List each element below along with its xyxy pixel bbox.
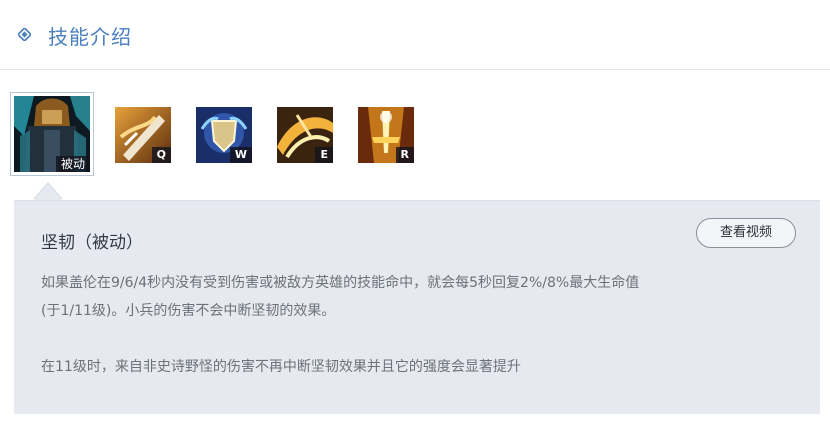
skill-passive[interactable]: 被动: [10, 92, 94, 176]
desc-line: 如果盖伦在9/6/4秒内没有受到伤害或被敌方英雄的技能命中，就会每5秒回复2%/…: [41, 275, 640, 291]
skill-detail-panel: 坚韧（被动） 查看视频 如果盖伦在9/6/4秒内没有受到伤害或被敌方英雄的技能命…: [14, 200, 820, 414]
skill-r[interactable]: R: [358, 107, 414, 163]
diamond-icon: [18, 28, 31, 41]
skill-q[interactable]: Q: [115, 107, 171, 163]
skill-key-label: R: [395, 147, 414, 163]
section-title: 技能介绍: [48, 25, 132, 49]
skill-w[interactable]: W: [196, 107, 252, 163]
skill-e[interactable]: E: [277, 107, 333, 163]
skill-key-label: E: [315, 147, 333, 163]
skill-description: 如果盖伦在9/6/4秒内没有受到伤害或被敌方英雄的技能命中，就会每5秒回复2%/…: [41, 269, 801, 381]
skill-list: 被动 Q W E R: [10, 92, 430, 182]
skill-name: 坚韧（被动）: [41, 233, 143, 253]
section-header: 技能介绍: [0, 0, 830, 70]
skill-key-label: Q: [151, 147, 171, 163]
panel-pointer: [34, 184, 62, 200]
desc-line: (于1/11级)。小兵的伤害不会中断坚韧的效果。: [41, 303, 336, 319]
skill-key-label: W: [229, 147, 252, 163]
view-video-button[interactable]: 查看视频: [696, 218, 796, 248]
desc-line: 在11级时，来自非史诗野怪的伤害不再中断坚韧效果并且它的强度会显著提升: [41, 359, 521, 375]
skill-key-label: 被动: [55, 156, 90, 172]
